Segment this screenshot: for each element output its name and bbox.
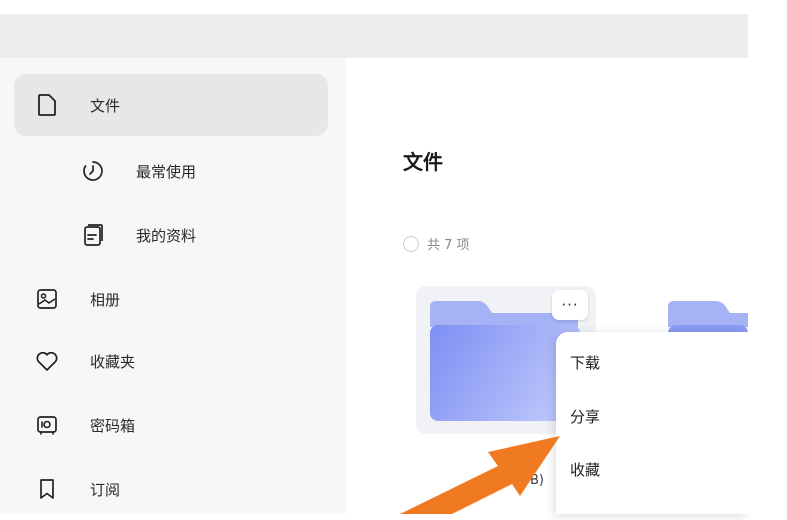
sidebar-item-vault[interactable]: 密码箱	[14, 394, 328, 456]
page-title: 文件	[403, 150, 443, 174]
menu-item-download[interactable]: 下载	[570, 352, 600, 373]
sidebar-item-subscriptions[interactable]: 订阅	[14, 458, 328, 520]
right-margin	[748, 0, 787, 514]
bookmark-icon	[34, 476, 60, 502]
sidebar-item-label: 订阅	[90, 480, 121, 499]
clock-icon	[80, 158, 106, 184]
item-count-row: 共 7 项	[403, 234, 470, 253]
sidebar-item-label: 文件	[90, 96, 121, 115]
menu-item-favorite[interactable]: 收藏	[570, 459, 600, 480]
sidebar-item-label: 密码箱	[90, 416, 136, 435]
sidebar-item-label: 相册	[90, 290, 121, 309]
photo-icon	[34, 286, 60, 312]
file-name: 急 B)	[530, 451, 544, 488]
heart-icon	[34, 348, 60, 374]
select-all-checkbox[interactable]	[403, 235, 419, 252]
sidebar-item-favorites[interactable]: 收藏夹	[14, 330, 328, 392]
sidebar-item-my-docs[interactable]: 我的资料	[14, 204, 328, 266]
document-icon	[80, 222, 106, 248]
context-menu: 下载 分享 收藏	[556, 332, 748, 514]
sidebar-item-frequent[interactable]: 最常使用	[14, 140, 328, 202]
sidebar-item-files[interactable]: 文件	[14, 74, 328, 136]
safe-icon	[34, 412, 60, 438]
top-bar	[0, 14, 748, 58]
file-icon	[34, 92, 60, 118]
sidebar-item-label: 收藏夹	[90, 352, 136, 371]
menu-item-share[interactable]: 分享	[570, 406, 600, 427]
sidebar-item-label: 最常使用	[136, 162, 197, 181]
more-options-button[interactable]: ···	[552, 290, 588, 320]
sidebar-item-label: 我的资料	[136, 226, 197, 245]
item-count: 共 7 项	[427, 238, 470, 253]
sidebar-item-album[interactable]: 相册	[14, 268, 328, 330]
